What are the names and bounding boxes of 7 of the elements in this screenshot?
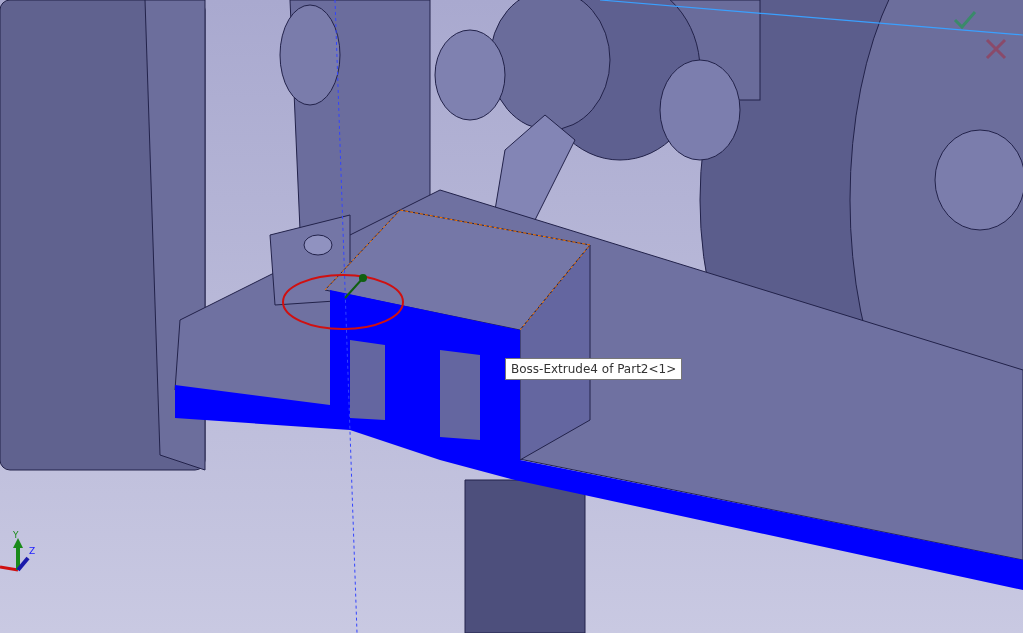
handle-icon[interactable] bbox=[344, 274, 367, 299]
coordinate-triad-drawing bbox=[0, 538, 30, 572]
cancel-icon[interactable] bbox=[985, 38, 1007, 60]
z-axis-label: Z bbox=[29, 546, 36, 556]
confirm-icon[interactable] bbox=[953, 11, 977, 30]
tooltip: Boss-Extrude4 of Part2<1> bbox=[505, 358, 683, 380]
y-axis-label: Y bbox=[13, 530, 19, 540]
